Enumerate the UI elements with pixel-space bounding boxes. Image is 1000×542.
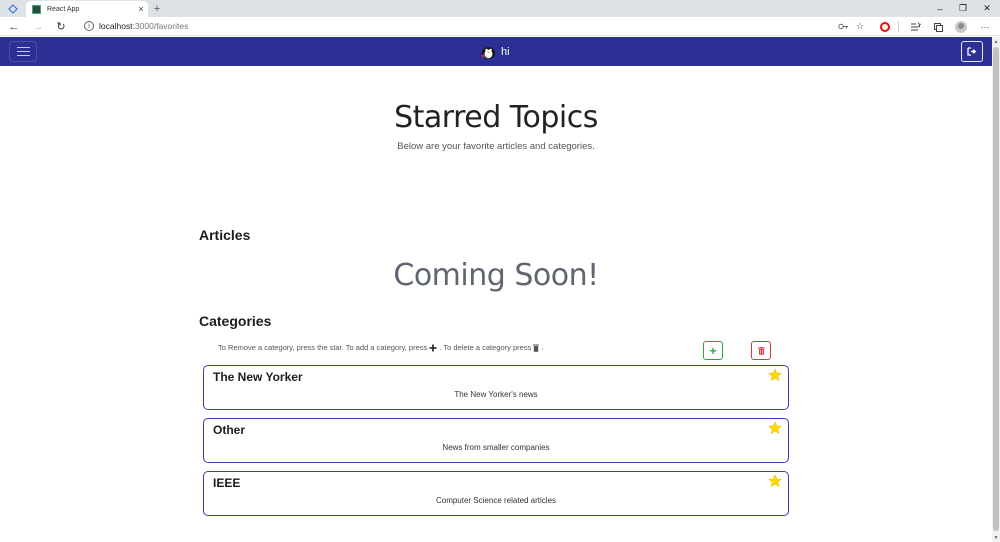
category-card: IEEE Computer Science related articles bbox=[203, 471, 789, 516]
minimize-button[interactable]: – bbox=[929, 0, 951, 17]
page-subtitle: Below are your favorite articles and cat… bbox=[397, 141, 595, 152]
toolbar-divider bbox=[898, 21, 899, 32]
scroll-up-arrow-icon[interactable]: ▲ bbox=[992, 39, 1000, 45]
category-title: IEEE bbox=[213, 476, 241, 490]
restore-button[interactable]: ❐ bbox=[952, 0, 974, 17]
favorite-star-icon[interactable]: ☆ bbox=[852, 19, 868, 34]
categories-heading: Categories bbox=[199, 313, 272, 329]
instructions-text: To Remove a category, press the star. To… bbox=[218, 343, 428, 352]
tab-title: React App bbox=[47, 5, 80, 13]
new-tab-button[interactable]: + bbox=[150, 0, 164, 17]
address-bar: ← → ↻ i localhost:3000/favorites ☆ ··· bbox=[0, 17, 1000, 36]
forward-arrow-icon[interactable]: → bbox=[30, 17, 46, 36]
category-title: The New Yorker bbox=[213, 370, 303, 384]
brand-link[interactable]: hi bbox=[481, 42, 510, 61]
url-host: localhost bbox=[99, 21, 133, 31]
react-favicon-icon bbox=[32, 4, 41, 14]
penguin-logo-icon bbox=[481, 46, 495, 59]
menu-line-icon bbox=[16, 55, 30, 57]
site-info-icon[interactable]: i bbox=[84, 21, 94, 31]
category-card: The New Yorker The New Yorker's news bbox=[203, 365, 789, 410]
category-title: Other bbox=[213, 423, 246, 437]
window-close-button[interactable]: ✕ bbox=[976, 0, 998, 17]
url-field[interactable]: localhost:3000/favorites bbox=[99, 20, 188, 32]
category-description: The New Yorker's news bbox=[454, 390, 538, 399]
plus-icon bbox=[429, 344, 437, 351]
key-icon[interactable] bbox=[835, 19, 851, 34]
browser-tab[interactable]: React App × bbox=[26, 1, 148, 17]
instructions-text: . bbox=[541, 343, 544, 352]
star-icon[interactable] bbox=[768, 368, 782, 382]
opera-extension-icon[interactable] bbox=[877, 19, 893, 34]
app-navbar: hi bbox=[0, 37, 992, 66]
menu-toggle-button[interactable] bbox=[9, 41, 37, 62]
trash-icon bbox=[533, 344, 540, 352]
collections-icon[interactable] bbox=[930, 19, 946, 34]
url-path: :3000/favorites bbox=[132, 21, 189, 31]
star-icon[interactable] bbox=[768, 474, 782, 488]
logout-button[interactable] bbox=[961, 41, 983, 62]
articles-placeholder: Coming Soon! bbox=[393, 258, 599, 293]
sign-out-icon bbox=[967, 47, 977, 56]
instructions-text: . To delete a category press bbox=[439, 343, 532, 352]
page-title: Starred Topics bbox=[394, 100, 598, 135]
menu-line-icon bbox=[16, 50, 30, 53]
star-icon[interactable] bbox=[768, 421, 782, 435]
favorites-list-icon[interactable] bbox=[907, 19, 923, 34]
categories-instructions: To Remove a category, press the star. To… bbox=[218, 343, 543, 352]
back-arrow-icon[interactable]: ← bbox=[6, 17, 22, 36]
category-description: Computer Science related articles bbox=[435, 496, 557, 505]
page-scrollbar[interactable]: ▲ ▼ bbox=[992, 37, 1000, 542]
category-description: News from smaller companies bbox=[442, 443, 550, 452]
add-category-button[interactable]: + bbox=[703, 341, 723, 360]
browser-tabstrip: React App × + – ❐ ✕ bbox=[0, 0, 1000, 17]
tab-actions-icon[interactable] bbox=[0, 0, 26, 17]
trash-icon bbox=[757, 346, 765, 355]
more-menu-icon[interactable]: ··· bbox=[977, 19, 993, 34]
category-card: Other News from smaller companies bbox=[203, 418, 789, 463]
menu-line-icon bbox=[16, 46, 30, 48]
refresh-icon[interactable]: ↻ bbox=[53, 17, 69, 36]
profile-avatar-icon[interactable] bbox=[953, 19, 969, 34]
scroll-thumb[interactable] bbox=[993, 47, 999, 531]
tab-close-icon[interactable]: × bbox=[134, 4, 148, 14]
scroll-down-arrow-icon[interactable]: ▼ bbox=[992, 535, 1000, 541]
articles-heading: Articles bbox=[199, 227, 251, 243]
brand-text: hi bbox=[501, 45, 510, 58]
delete-category-button[interactable] bbox=[751, 341, 771, 360]
